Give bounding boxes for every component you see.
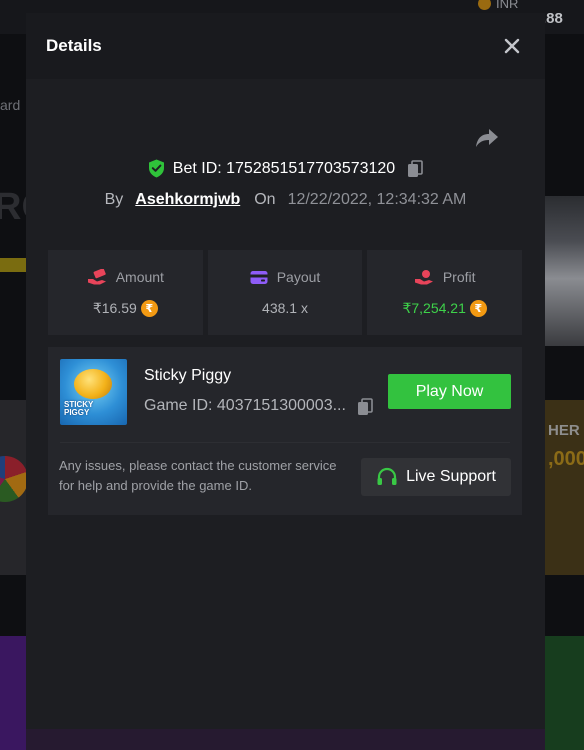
details-modal: Details Bet ID: 1752851517703573120 By A…: [26, 13, 545, 729]
share-icon: [476, 129, 498, 147]
coin-icon: [478, 0, 491, 10]
game-id: Game ID: 4037151300003...: [144, 397, 346, 414]
headset-icon: [377, 467, 397, 485]
copy-icon: [358, 398, 373, 415]
profit-card: Profit ₹7,254.21 ₹: [367, 250, 523, 335]
payout-card: Payout 438.1 x: [207, 250, 363, 335]
play-now-button[interactable]: Play Now: [388, 374, 511, 409]
username-link[interactable]: Asehkormjwb: [135, 191, 240, 209]
rupee-coin-icon: ₹: [140, 300, 158, 317]
bet-datetime: 12/22/2022, 12:34:32 AM: [287, 191, 467, 208]
piggy-image: [74, 369, 112, 399]
live-support-button[interactable]: Live Support: [361, 458, 511, 496]
payout-header: Payout: [208, 269, 363, 285]
payout-value: 438.1 x: [262, 300, 308, 316]
currency-selector[interactable]: INR: [478, 0, 519, 11]
rupee-coin-icon: ₹: [469, 300, 487, 317]
payout-label: Payout: [276, 269, 321, 285]
on-label: On: [254, 191, 276, 208]
money-hand-icon: [87, 269, 106, 285]
background-promo-amount: ,000: [548, 448, 584, 470]
profit-value: ₹7,254.21: [402, 300, 466, 316]
copy-game-id-button[interactable]: [357, 398, 373, 416]
game-logo-text: STICKY PIGGY: [64, 400, 94, 417]
close-icon: [504, 38, 520, 54]
balance-amount: .88: [542, 10, 563, 27]
currency-label: INR: [496, 0, 519, 11]
player-photo: [545, 196, 584, 346]
background-banner-left: [0, 636, 26, 750]
divider: [60, 442, 510, 443]
game-card: STICKY PIGGY Sticky Piggy Game ID: 40371…: [48, 347, 522, 515]
profit-header: Profit: [367, 269, 522, 285]
amount-label: Amount: [115, 269, 164, 285]
modal-header: Details: [26, 13, 545, 79]
amount-header: Amount: [48, 269, 203, 285]
game-name: Sticky Piggy: [144, 367, 232, 384]
profit-label: Profit: [442, 269, 476, 285]
background-accent-bar: [0, 258, 26, 272]
amount-value-row: ₹16.59 ₹: [48, 300, 203, 317]
background-nav-fragment: ard: [0, 97, 21, 113]
copy-icon: [408, 159, 424, 177]
game-thumbnail[interactable]: STICKY PIGGY: [60, 359, 127, 425]
live-support-label: Live Support: [406, 468, 496, 485]
bet-id: Bet ID: 1752851517703573120: [172, 159, 396, 177]
amount-card: Amount ₹16.59 ₹: [48, 250, 203, 335]
payout-value-row: 438.1 x: [208, 300, 363, 316]
by-label: By: [104, 191, 124, 208]
wallet-icon: [250, 270, 268, 284]
background-banner-right: [545, 636, 584, 750]
bet-id-row: Bet ID: 1752851517703573120: [26, 159, 545, 178]
background-banner-bottom: [26, 728, 545, 750]
shield-check-icon: [148, 159, 165, 178]
support-message: Any issues, please contact the customer …: [59, 458, 337, 493]
copy-bet-id-button[interactable]: [407, 159, 424, 178]
stats-row: Amount ₹16.59 ₹ Payout 438.1 x Profit ₹7…: [48, 250, 523, 335]
share-button[interactable]: [474, 126, 500, 150]
profit-hand-icon: [414, 270, 433, 285]
background-promo-title: HER E: [548, 422, 584, 439]
close-button[interactable]: [503, 37, 521, 55]
amount-value: ₹16.59: [92, 300, 137, 316]
bet-meta-row: By Asehkormjwb On 12/22/2022, 12:34:32 A…: [26, 191, 545, 209]
profit-value-row: ₹7,254.21 ₹: [367, 300, 522, 317]
modal-title: Details: [46, 36, 102, 55]
